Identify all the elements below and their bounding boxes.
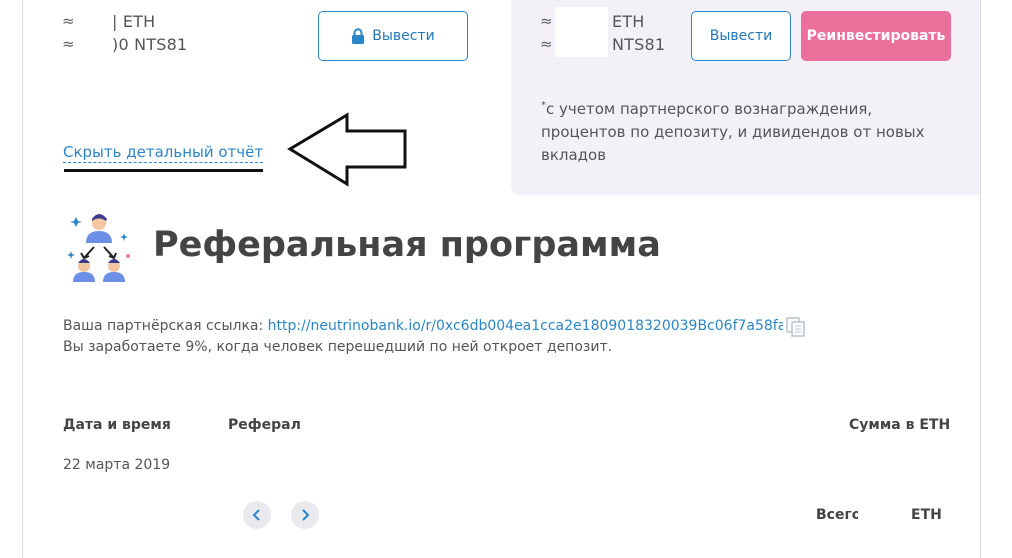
footnote-line-1: с учетом партнерского вознаграждения, <box>546 100 873 118</box>
withdraw-label: Вывести <box>372 28 435 44</box>
nts-balance: NTS81 <box>612 35 666 54</box>
reinvest-label: Реинвестировать <box>806 28 946 44</box>
eth-balance: ETH <box>612 12 645 31</box>
chevron-right-icon <box>302 509 310 521</box>
frame-right-border <box>980 0 981 558</box>
annotation-arrow-icon <box>287 112 407 187</box>
referral-people-icon <box>67 214 131 282</box>
approx-symbol: ≈ <box>62 35 75 53</box>
next-page-button[interactable] <box>291 501 319 529</box>
withdraw-button-locked[interactable]: Вывести <box>318 11 468 61</box>
redacted-total-mask <box>858 500 908 532</box>
column-header-sum: Сумма в ETH <box>849 417 951 433</box>
balance-footnote: *с учетом партнерского вознаграждения, п… <box>541 94 971 167</box>
column-header-date: Дата и время <box>63 417 171 433</box>
redacted-balance-mask <box>555 7 608 57</box>
reinvest-button[interactable]: Реинвестировать <box>801 11 951 61</box>
eth-balance: | ETH <box>112 12 156 31</box>
column-header-referral: Реферал <box>228 417 301 433</box>
withdraw-label: Вывести <box>709 28 773 44</box>
withdraw-button[interactable]: Вывести <box>691 11 791 61</box>
approx-symbol: ≈ <box>540 12 553 30</box>
table-row-date: 22 марта 2019 <box>63 457 171 473</box>
approx-symbol: ≈ <box>62 12 75 30</box>
prev-page-button[interactable] <box>243 501 271 529</box>
annotation-underline <box>64 169 263 172</box>
referral-link-row: Ваша партнёрская ссылка: http://neutrino… <box>63 318 783 337</box>
approx-symbol: ≈ <box>540 35 553 53</box>
page-title: Реферальная программа <box>153 225 661 265</box>
nts-balance: )0 NTS81 <box>112 35 188 54</box>
chevron-left-icon <box>252 509 260 521</box>
referral-link-label: Ваша партнёрская ссылка: <box>63 318 268 334</box>
frame-left-border <box>22 0 23 558</box>
hide-detailed-report-link[interactable]: Скрыть детальный отчёт <box>63 143 264 163</box>
referral-link[interactable]: http://neutrinobank.io/r/0xc6db004ea1cca… <box>268 318 783 334</box>
footnote-line-2: процентов по депозиту, и дивидендов от н… <box>541 123 925 141</box>
copy-icon[interactable] <box>786 317 806 337</box>
footnote-line-3: вкладов <box>541 146 607 164</box>
total-label: Всего <box>816 507 862 523</box>
total-value: ETH <box>911 507 942 523</box>
referral-earn-text: Вы заработаете 9%, когда человек перешед… <box>63 339 613 355</box>
lock-icon <box>352 28 365 44</box>
